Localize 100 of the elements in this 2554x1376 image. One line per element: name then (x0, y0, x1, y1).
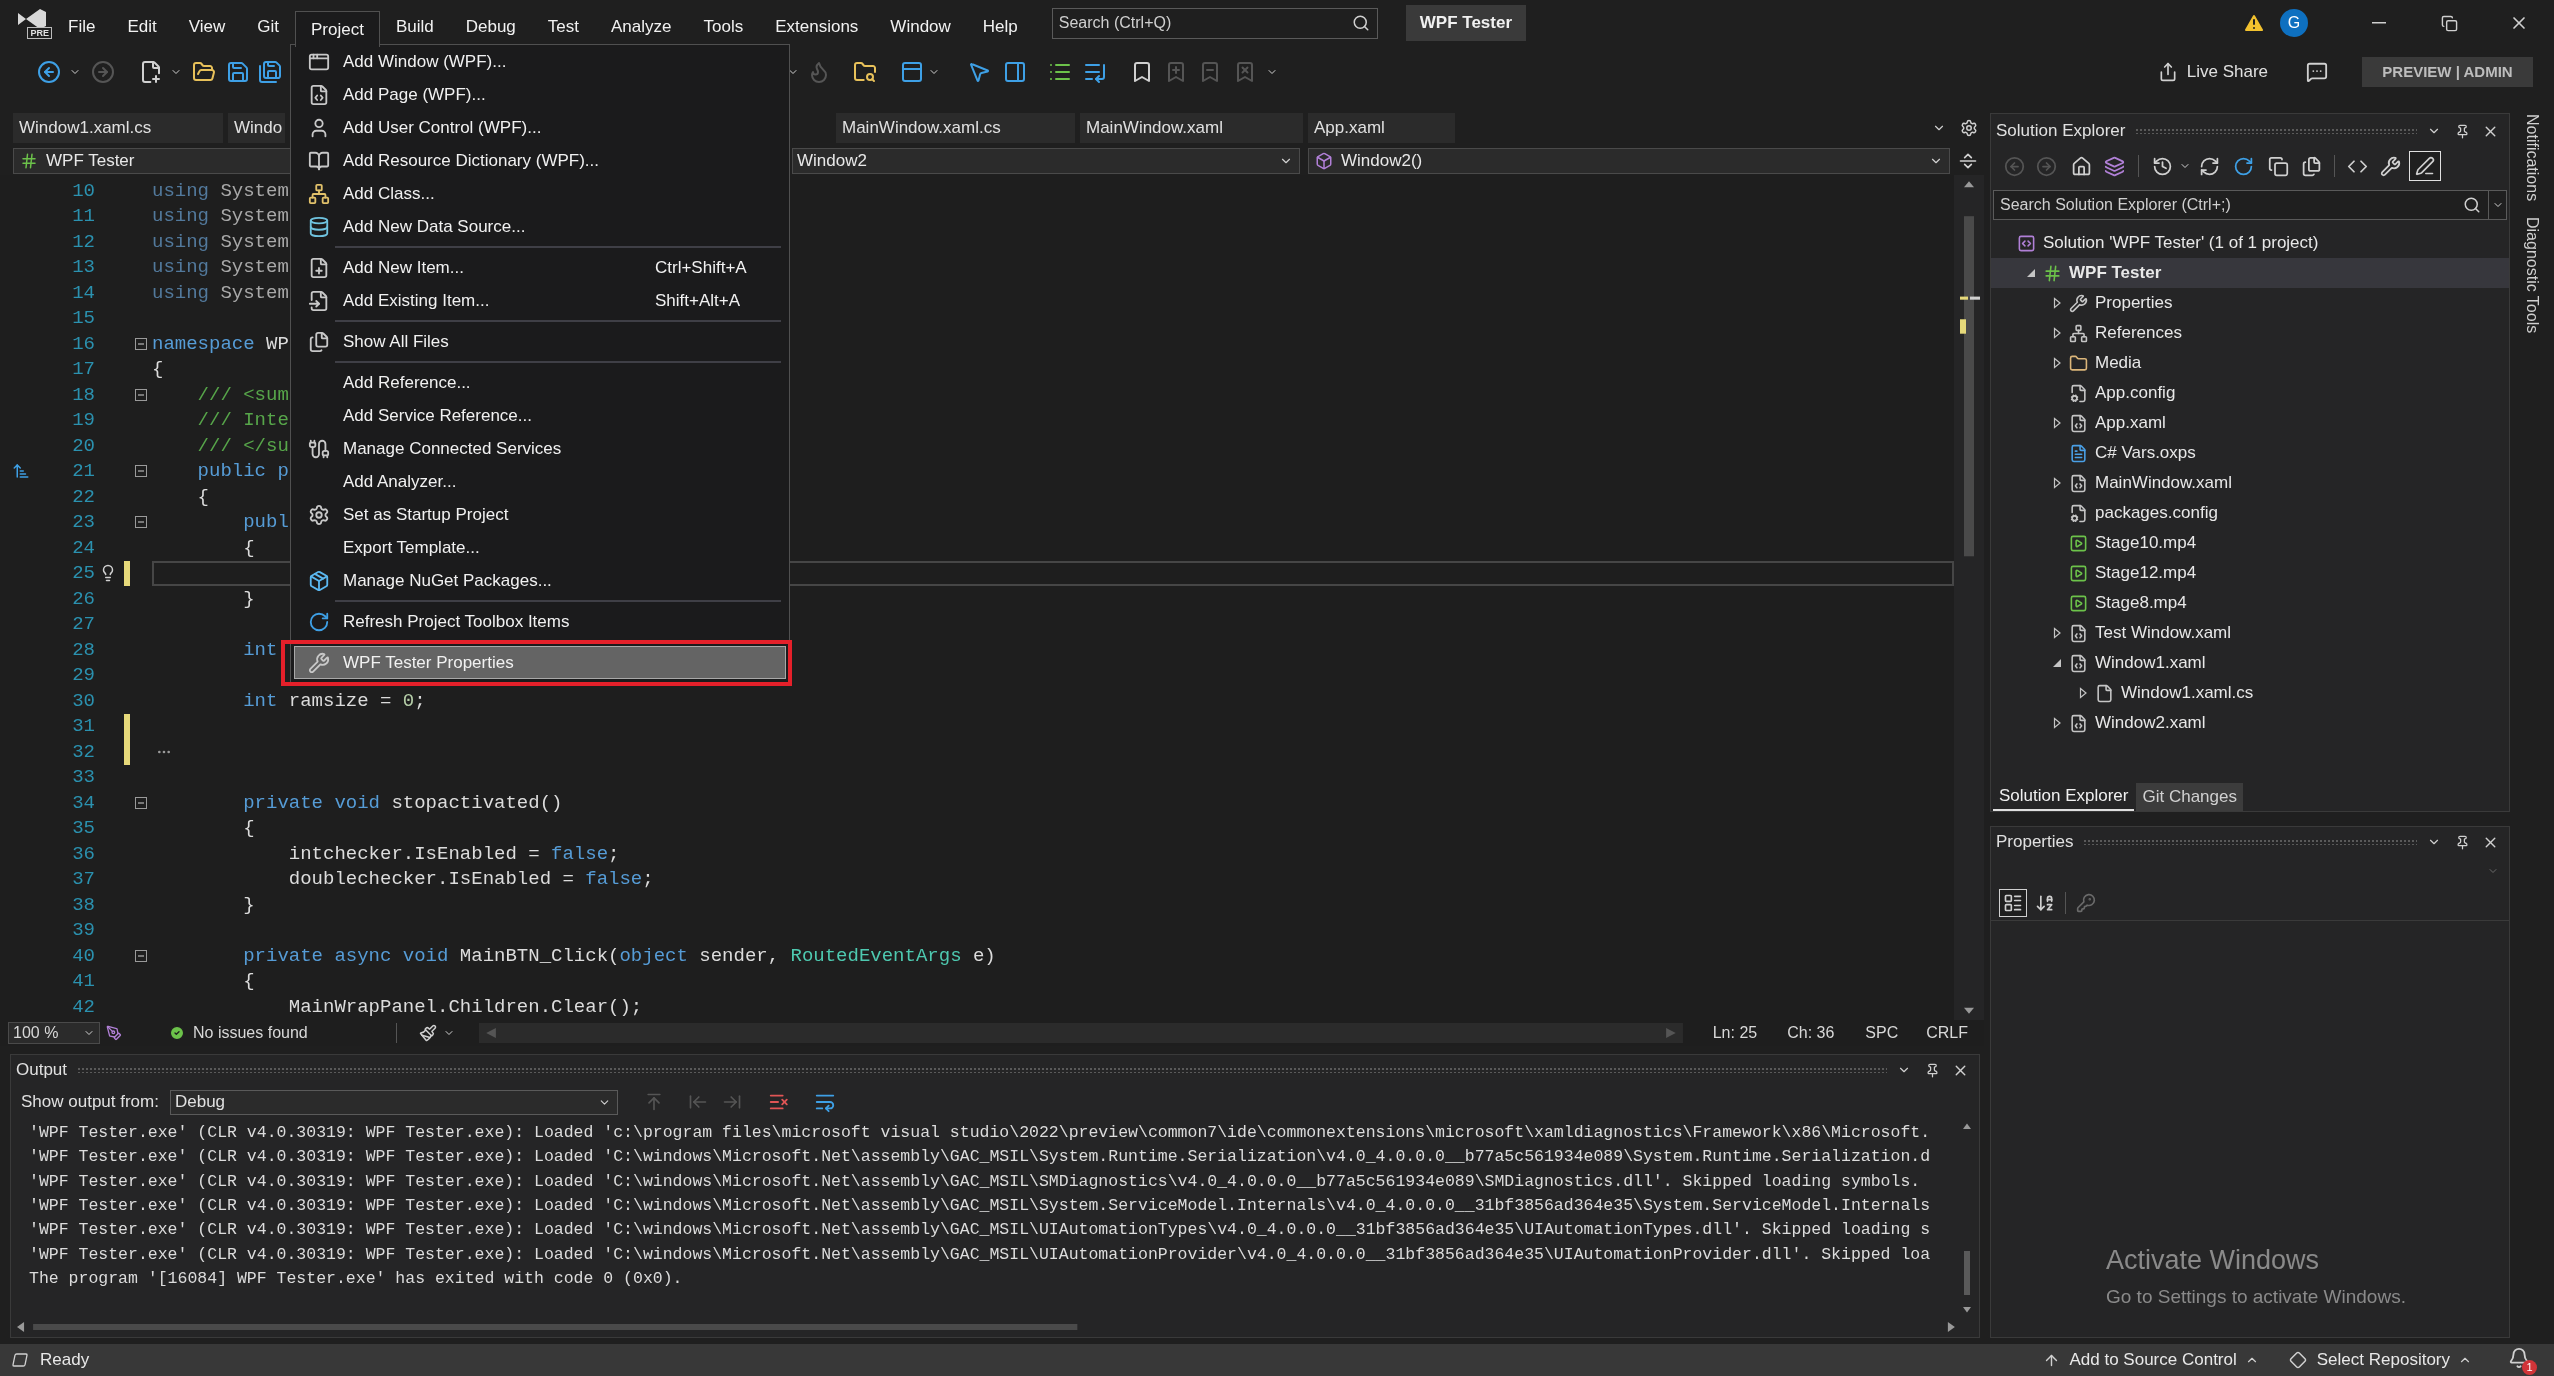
tree-item[interactable]: packages.config (1991, 498, 2509, 528)
document-tab[interactable]: Windo (228, 113, 285, 143)
tree-item[interactable]: C# Vars.oxps (1991, 438, 2509, 468)
menu-item[interactable]: Help (966, 11, 1034, 41)
menu-item[interactable]: Set as Startup Project (294, 498, 786, 531)
tree-item[interactable]: Stage12.mp4 (1991, 558, 2509, 588)
save-icon[interactable] (226, 60, 250, 84)
expander-icon[interactable] (2051, 657, 2063, 669)
pin-icon[interactable] (2455, 834, 2470, 850)
pointer-icon[interactable] (967, 60, 991, 84)
wrench-icon[interactable] (2380, 155, 2401, 177)
expander-icon[interactable] (2077, 687, 2089, 699)
line-indicator[interactable]: Ln: 25 (1712, 1021, 1758, 1045)
search-field[interactable]: Search Solution Explorer (Ctrl+;) (1993, 190, 2489, 220)
brush-icon[interactable] (418, 1024, 437, 1042)
document-tab[interactable]: MainWindow.xaml (1080, 113, 1303, 143)
expander-icon[interactable] (2051, 297, 2063, 309)
line-ending-indicator[interactable]: CRLF (1926, 1021, 1968, 1045)
menu-item[interactable]: Manage NuGet Packages... (294, 564, 786, 597)
save-all-icon[interactable] (258, 60, 282, 84)
grip-handle[interactable] (2083, 839, 2417, 845)
menu-item[interactable]: Git (241, 11, 295, 41)
expander-icon[interactable] (2051, 477, 2063, 489)
pen-icon[interactable] (106, 1025, 122, 1041)
side-tab[interactable]: Diagnostic Tools (2520, 217, 2544, 334)
menu-item[interactable]: Show All Files (294, 325, 786, 358)
refresh-icon[interactable] (2233, 155, 2254, 177)
tree-item[interactable]: Test Window.xaml (1991, 618, 2509, 648)
menu-item[interactable]: Add New Item... Ctrl+Shift+A (294, 251, 786, 284)
menu-item[interactable]: Add Class... (294, 177, 786, 210)
home-icon[interactable] (2071, 155, 2092, 177)
document-tab[interactable]: App.xaml (1308, 113, 1455, 143)
layout-icon[interactable] (900, 60, 924, 84)
tree-item[interactable]: Stage8.mp4 (1991, 588, 2509, 618)
menu-item[interactable]: Debug (449, 11, 532, 41)
panel-tab[interactable]: Solution Explorer (1993, 783, 2135, 811)
tree-item[interactable]: WPF Tester (1991, 258, 2509, 288)
menu-item[interactable]: Build (379, 11, 450, 41)
expander-icon[interactable] (2051, 717, 2063, 729)
menu-item[interactable]: Manage Connected Services (294, 432, 786, 465)
document-tab[interactable]: MainWindow.xaml.cs (836, 113, 1075, 143)
source-control-button[interactable]: Add to Source Control (2042, 1344, 2259, 1376)
search-field[interactable]: Search (Ctrl+Q) (1051, 7, 1378, 39)
menu-item[interactable]: Add Window (WPF)... (294, 45, 786, 78)
collapse-icon[interactable] (135, 516, 147, 529)
collapse-icon[interactable] (135, 796, 147, 809)
repository-button[interactable]: Select Repository (2288, 1344, 2472, 1376)
member-dropdown[interactable]: Window2() (1308, 148, 1950, 174)
menu-item[interactable]: Add Existing Item... Shift+Alt+A (294, 284, 786, 317)
circular-arrows-icon[interactable] (2199, 155, 2220, 177)
horizontal-scrollbar[interactable] (478, 1023, 1683, 1043)
menu-item[interactable]: Add New Data Source... (294, 210, 786, 243)
tree-item[interactable]: Solution 'WPF Tester' (1 of 1 project) (1991, 228, 2509, 258)
files-icon[interactable] (2301, 155, 2322, 177)
document-tab[interactable]: Window1.xaml.cs (13, 113, 223, 143)
expander-icon[interactable] (2051, 627, 2063, 639)
menu-item[interactable]: Add User Control (WPF)... (294, 111, 786, 144)
menu-item[interactable]: File (52, 11, 112, 41)
collapse-icon[interactable] (135, 388, 147, 401)
collapse-icon[interactable] (135, 337, 147, 350)
output-source-dropdown[interactable]: Debug (169, 1089, 618, 1115)
preview-toggle[interactable] (2409, 151, 2441, 181)
collapse-icon[interactable] (135, 465, 147, 478)
history-icon[interactable] (2152, 155, 2173, 177)
bell-icon[interactable] (2508, 1347, 2530, 1369)
expander-icon[interactable] (2051, 357, 2063, 369)
menu-item[interactable]: Add Service Reference... (294, 399, 786, 432)
expander-icon[interactable] (2051, 417, 2063, 429)
menu-item[interactable]: Tools (687, 11, 760, 41)
vertical-scrollbar[interactable] (1954, 175, 1984, 1020)
menu-item[interactable]: Analyze (595, 11, 688, 41)
avatar[interactable]: G (2280, 9, 2308, 37)
type-dropdown[interactable]: Window2 (792, 148, 1300, 174)
menu-item[interactable]: View (172, 11, 242, 41)
sort-up-icon[interactable] (12, 462, 30, 481)
expander-icon[interactable] (2051, 327, 2063, 339)
live-share-button[interactable]: Live Share (2157, 57, 2268, 87)
expand-vertical-icon[interactable] (1958, 151, 1978, 171)
expander-icon[interactable] (2025, 267, 2037, 279)
tree-item[interactable]: Properties (1991, 288, 2509, 318)
grip-handle[interactable] (2135, 128, 2417, 134)
layers-icon[interactable] (2104, 155, 2125, 177)
tree-item[interactable]: Stage10.mp4 (1991, 528, 2509, 558)
menu-item[interactable]: Edit (111, 11, 173, 41)
collapse-icon[interactable] (135, 949, 147, 962)
menu-item[interactable]: Add Reference... (294, 366, 786, 399)
menu-item[interactable]: Project (295, 11, 380, 47)
side-tab[interactable]: Notifications (2520, 114, 2544, 202)
tree-item[interactable]: MainWindow.xaml (1991, 468, 2509, 498)
tree-item[interactable]: App.xaml (1991, 408, 2509, 438)
settings-icon[interactable] (1960, 119, 1978, 137)
folder-search-icon[interactable] (853, 60, 877, 84)
project-dropdown[interactable]: WPF Tester (13, 148, 290, 174)
open-folder-icon[interactable] (192, 60, 216, 84)
tree-item[interactable]: Media (1991, 348, 2509, 378)
issues-status[interactable]: No issues found (193, 1021, 308, 1045)
pin-icon[interactable] (2455, 123, 2470, 139)
menu-item[interactable]: Test (531, 11, 595, 41)
overlapping-squares-icon[interactable] (2268, 155, 2289, 177)
new-file-icon[interactable] (139, 60, 163, 84)
